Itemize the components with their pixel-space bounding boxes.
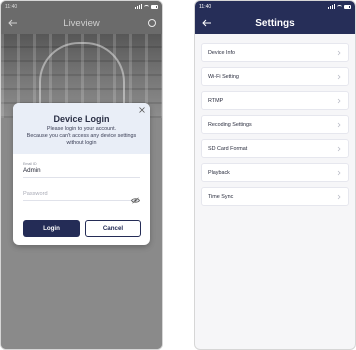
status-time: 11:40 (199, 3, 212, 10)
settings-item-label: Device Info (208, 49, 235, 56)
settings-item-label: Playback (208, 169, 230, 176)
page-title: Settings (255, 17, 295, 29)
signal-icon (328, 4, 335, 9)
chevron-right-icon (336, 74, 342, 80)
field-underline (23, 177, 140, 178)
status-bar: 11:40 (1, 1, 162, 12)
settings-item-time-sync[interactable]: Time Sync (201, 187, 349, 206)
settings-header: 11:40 Settings (195, 1, 355, 34)
settings-item-device-info[interactable]: Device Info (201, 43, 349, 62)
dialog-message-line: Because you can't access any device sett… (26, 133, 137, 139)
battery-icon (344, 4, 351, 9)
eye-hidden-icon[interactable] (131, 191, 140, 204)
status-icons (328, 4, 351, 9)
settings-item-label: SD Card Format (208, 145, 248, 152)
login-dialog: Device Login Please login to your accoun… (13, 103, 150, 245)
settings-circle-icon[interactable] (148, 19, 156, 27)
field-underline (23, 200, 140, 201)
username-caption: Email ID (23, 162, 37, 166)
dialog-message: Please login to your account. Because yo… (13, 126, 150, 147)
liveview-screen: 11:40 Liveview Device Login Please login (0, 0, 163, 350)
username-field[interactable]: Email ID Admin (23, 162, 140, 178)
chevron-right-icon (336, 194, 342, 200)
dialog-title: Device Login (53, 114, 110, 124)
settings-item-label: Wi-Fi Setting (208, 73, 239, 80)
back-arrow-icon[interactable] (7, 17, 19, 29)
settings-navbar: Settings (195, 12, 355, 34)
settings-item-wifi-setting[interactable]: Wi-Fi Setting (201, 67, 349, 86)
dialog-message-line: without login (66, 140, 97, 146)
settings-item-label: Recoding Settings (208, 121, 252, 128)
settings-item-playback[interactable]: Playback (201, 163, 349, 182)
status-time: 11:40 (5, 3, 18, 10)
liveview-navbar: Liveview (1, 12, 162, 34)
dialog-header: Device Login Please login to your accoun… (13, 103, 150, 154)
battery-icon (151, 4, 158, 9)
chevron-right-icon (336, 98, 342, 104)
back-arrow-icon[interactable] (201, 17, 213, 29)
wifi-icon (144, 4, 149, 9)
settings-screen: 11:40 Settings Device Info Wi-Fi Setting (194, 0, 356, 350)
status-bar: 11:40 (195, 1, 355, 12)
settings-list: Device Info Wi-Fi Setting RTMP Recoding … (201, 43, 349, 211)
close-icon[interactable] (138, 106, 146, 114)
settings-item-sd-card-format[interactable]: SD Card Format (201, 139, 349, 158)
chevron-right-icon (336, 146, 342, 152)
status-icons (135, 4, 158, 9)
login-button[interactable]: Login (23, 220, 80, 237)
liveview-header: 11:40 Liveview (1, 1, 162, 34)
wifi-icon (337, 4, 342, 9)
cancel-button[interactable]: Cancel (85, 220, 141, 237)
settings-item-label: Time Sync (208, 193, 234, 200)
password-field[interactable]: Password (23, 191, 140, 204)
password-placeholder[interactable]: Password (23, 191, 140, 197)
settings-item-recoding-settings[interactable]: Recoding Settings (201, 115, 349, 134)
username-value[interactable]: Admin (23, 167, 140, 174)
chevron-right-icon (336, 170, 342, 176)
chevron-right-icon (336, 122, 342, 128)
signal-icon (135, 4, 142, 9)
settings-item-rtmp[interactable]: RTMP (201, 91, 349, 110)
page-title: Liveview (63, 17, 100, 29)
chevron-right-icon (336, 50, 342, 56)
dialog-message-line: Please login to your account. (46, 126, 117, 132)
settings-item-label: RTMP (208, 97, 224, 104)
